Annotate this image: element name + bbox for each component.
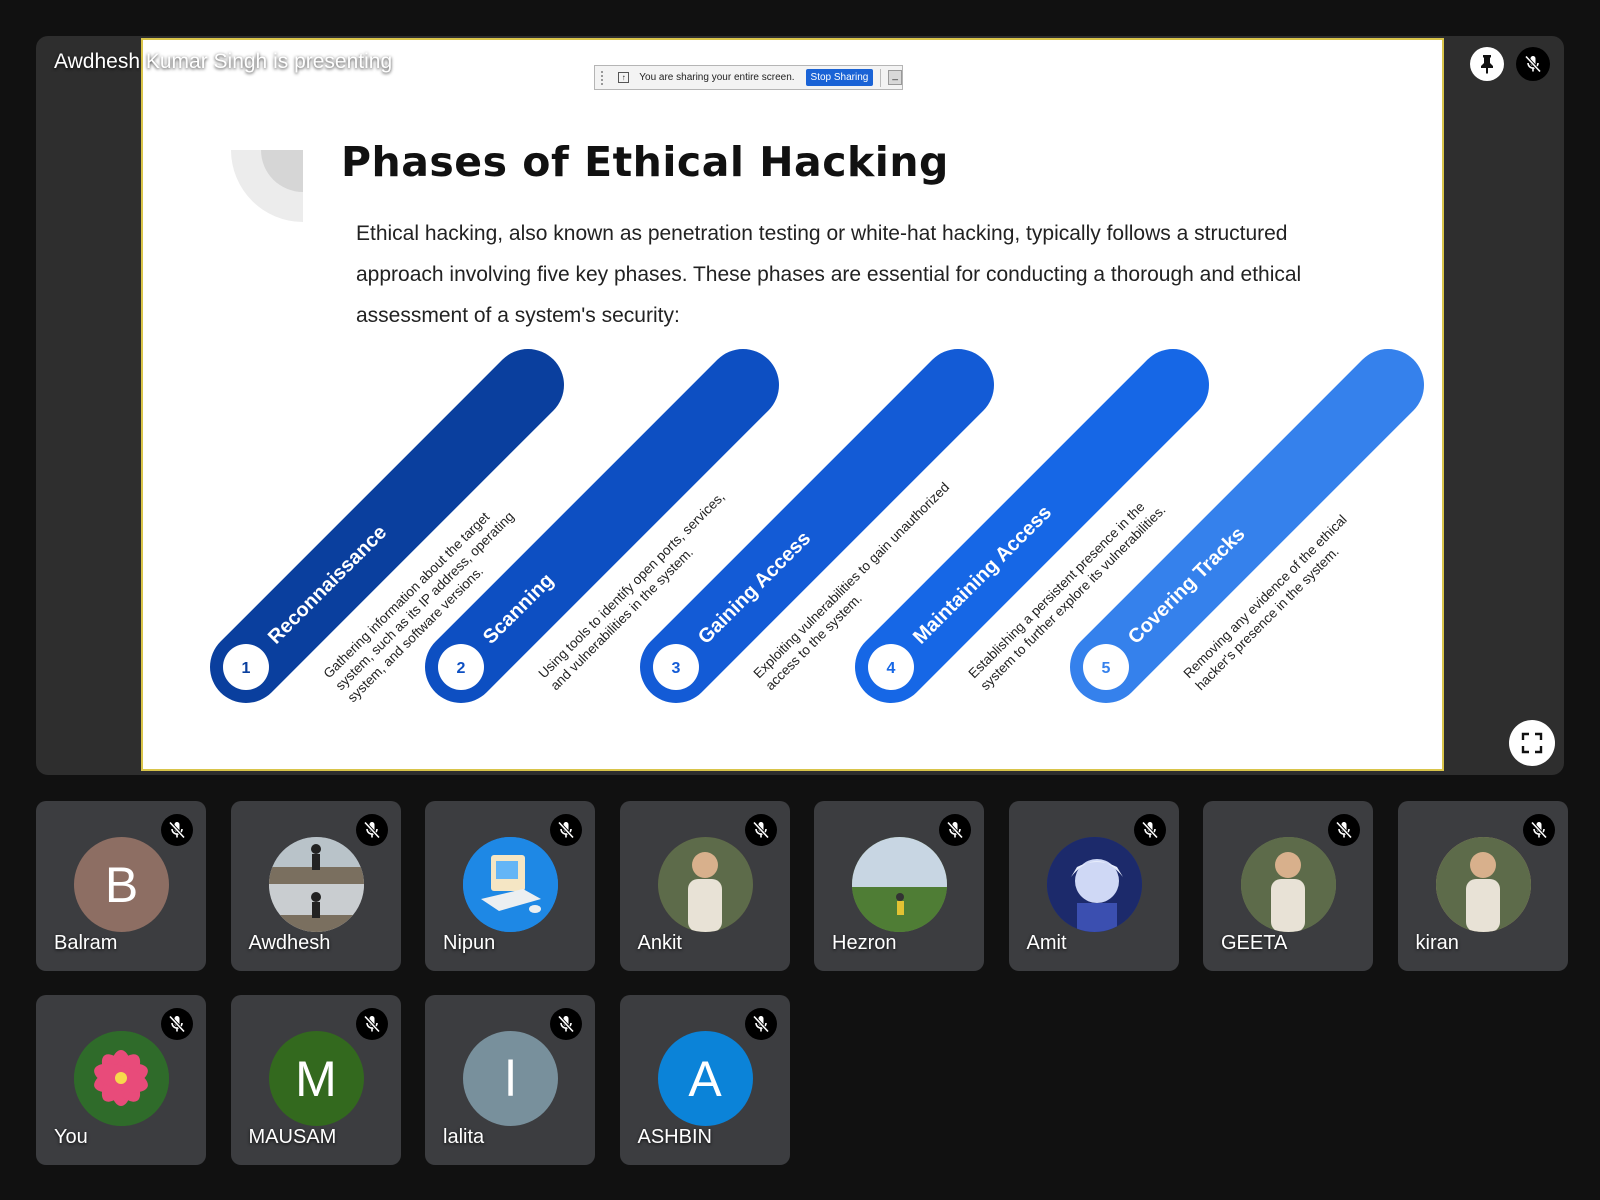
- mic-off-indicator: [1133, 814, 1166, 846]
- phase-number: 4: [887, 660, 896, 677]
- shared-slide: ↑ You are sharing your entire screen. St…: [141, 38, 1444, 771]
- participant-tile[interactable]: A ASHBIN: [619, 995, 790, 1165]
- presenter-mic-off-indicator: [1516, 47, 1550, 81]
- participant-name: lalita: [443, 1126, 485, 1148]
- mic-off-indicator: [1522, 814, 1555, 846]
- participant-name: You: [54, 1126, 88, 1148]
- mic-off-indicator: [550, 814, 582, 846]
- mic-off-indicator: [744, 1008, 777, 1040]
- mic-off-icon: [1335, 821, 1353, 839]
- fullscreen-icon: [1521, 732, 1543, 754]
- mic-off-indicator: [355, 1008, 388, 1040]
- participant-tile[interactable]: Ankit: [619, 801, 790, 971]
- participant-name: Hezron: [832, 932, 897, 954]
- phase-number: 5: [1102, 660, 1111, 677]
- participant-name: Nipun: [443, 932, 496, 954]
- mic-off-icon: [363, 1015, 380, 1033]
- phase-number: 3: [672, 660, 681, 677]
- mic-off-icon: [1530, 821, 1547, 839]
- mic-off-indicator: [161, 814, 193, 846]
- participant-tile[interactable]: kiran: [1397, 801, 1568, 971]
- participant-name: Amit: [1026, 932, 1067, 954]
- avatar: [852, 837, 947, 932]
- fullscreen-button[interactable]: [1509, 720, 1555, 766]
- participant-name: Awdhesh: [248, 932, 331, 954]
- avatar: [1241, 837, 1336, 932]
- mic-off-icon: [1524, 55, 1542, 73]
- mic-off-indicator: [550, 1008, 582, 1040]
- avatar: [74, 1031, 169, 1126]
- participant-name: kiran: [1415, 932, 1459, 954]
- participant-tile[interactable]: B Balram: [36, 801, 206, 971]
- mic-off-icon: [946, 821, 964, 839]
- mic-off-indicator: [1328, 814, 1360, 846]
- avatar: [463, 837, 558, 932]
- mic-off-icon: [363, 821, 380, 839]
- avatar: [1435, 837, 1531, 932]
- participant-tile[interactable]: l lalita: [425, 995, 595, 1165]
- participant-tile[interactable]: Nipun: [425, 801, 595, 971]
- mic-off-indicator: [939, 814, 971, 846]
- mic-off-icon: [557, 1015, 575, 1033]
- avatar: [657, 837, 753, 932]
- avatar: [268, 837, 364, 932]
- presenter-label: Awdhesh Kumar Singh is presenting: [54, 50, 393, 73]
- mic-off-indicator: [161, 1008, 193, 1040]
- mic-off-icon: [168, 1015, 186, 1033]
- participant-name: ASHBIN: [637, 1126, 712, 1148]
- phases-diagram: 1ReconnaissanceGathering information abo…: [210, 349, 1424, 705]
- mic-off-icon: [168, 821, 186, 839]
- phase-number: 1: [242, 660, 251, 677]
- avatar: A: [657, 1031, 753, 1126]
- avatar: M: [268, 1031, 364, 1126]
- participant-tile[interactable]: M MAUSAM: [230, 995, 401, 1165]
- phase-number: 2: [457, 660, 466, 677]
- participant-name: GEETA: [1221, 932, 1288, 954]
- presentation-stage: Awdhesh Kumar Singh is presenting ↑ You …: [36, 36, 1564, 775]
- avatar: l: [463, 1031, 558, 1126]
- mic-off-icon: [1141, 821, 1158, 839]
- participant-tile[interactable]: Awdhesh: [230, 801, 401, 971]
- pin-button[interactable]: [1470, 47, 1504, 81]
- avatar: B: [74, 837, 169, 932]
- mic-off-icon: [557, 821, 575, 839]
- participant-name: Balram: [54, 932, 118, 954]
- mic-off-indicator: [355, 814, 388, 846]
- mic-off-indicator: [744, 814, 777, 846]
- participant-tile[interactable]: Hezron: [814, 801, 984, 971]
- mic-off-icon: [752, 821, 769, 839]
- participant-name: MAUSAM: [248, 1126, 337, 1148]
- participant-name: Ankit: [637, 932, 682, 954]
- participant-tile[interactable]: GEETA: [1203, 801, 1373, 971]
- mic-off-icon: [752, 1015, 769, 1033]
- participant-tile[interactable]: Amit: [1008, 801, 1179, 971]
- avatar: [1046, 837, 1142, 932]
- participant-tile[interactable]: You: [36, 995, 206, 1165]
- pin-icon: [1481, 55, 1493, 74]
